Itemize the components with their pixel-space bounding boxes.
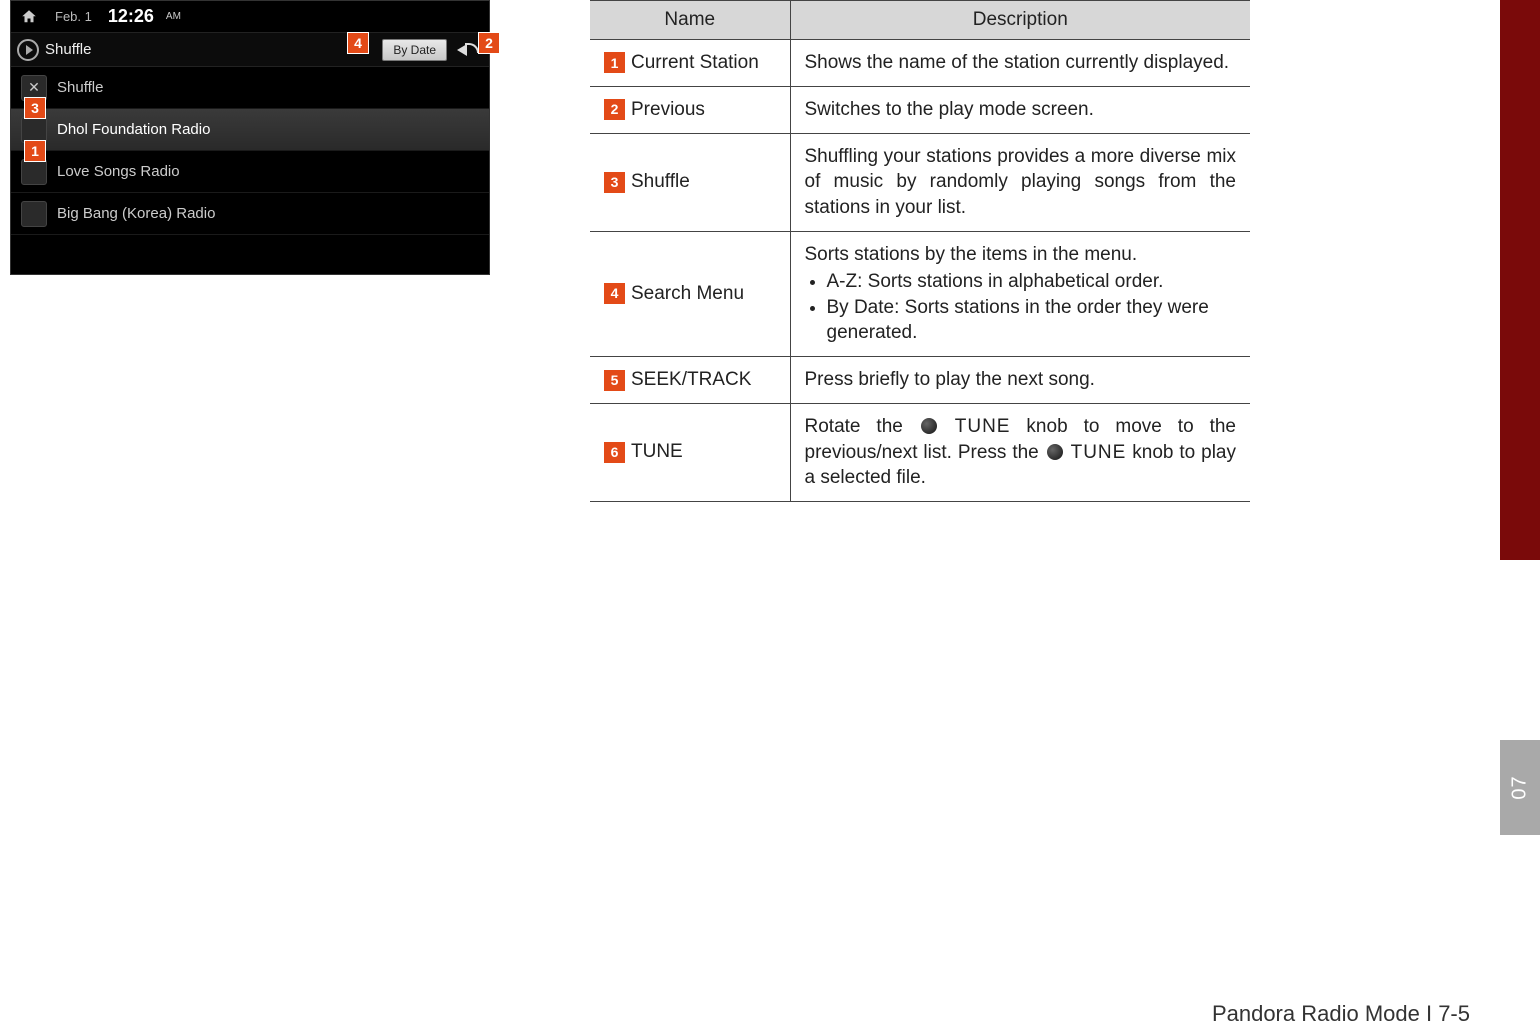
infotainment-screenshot: Feb. 1 12:26 AM Shuffle By Date ✕ Shuffl… [10,0,490,502]
th-name: Name [590,1,790,40]
section-tab-active [1500,0,1540,560]
row-station-1[interactable]: Dhol Foundation Radio [11,109,489,151]
page-footer: Pandora Radio Mode I 7-5 [1212,1001,1470,1027]
title-bar: Shuffle By Date [11,33,489,67]
knob-icon [921,418,937,434]
table-row: 2Previous Switches to the play mode scre… [590,86,1250,133]
callout-4: 4 [347,32,369,54]
badge-4: 4 [604,283,625,304]
sort-button[interactable]: By Date [382,39,447,61]
table-row: 4Search Menu Sorts stations by the items… [590,231,1250,357]
station-icon [21,117,47,143]
badge-2: 2 [604,99,625,120]
status-date: Feb. 1 [55,9,92,24]
station-icon [21,201,47,227]
screen-title: Shuffle [45,41,91,58]
description-table: Name Description 1Current Station Shows … [590,0,1250,502]
home-icon[interactable] [19,8,39,26]
status-ampm: AM [166,11,181,22]
knob-icon [1047,444,1063,460]
badge-1: 1 [604,52,625,73]
badge-5: 5 [604,370,625,391]
status-time: 12:26 [108,6,154,27]
tune-description: Rotate the TUNE knob to move to the prev… [790,403,1250,501]
th-desc: Description [790,1,1250,40]
table-row: 3Shuffle Shuffling your stations provide… [590,133,1250,231]
row-station-3[interactable]: Big Bang (Korea) Radio [11,193,489,235]
row-station-2[interactable]: Love Songs Radio [11,151,489,193]
row-shuffle[interactable]: ✕ Shuffle [11,67,489,109]
table-row: 1Current Station Shows the name of the s… [590,40,1250,87]
callout-3: 3 [24,97,46,119]
status-bar: Feb. 1 12:26 AM [11,1,489,33]
station-icon [21,159,47,185]
callout-1: 1 [24,140,46,162]
play-icon[interactable] [17,39,39,61]
callout-2: 2 [478,32,500,54]
side-tabs: 07 [1500,0,1540,1027]
table-row: 6TUNE Rotate the TUNE knob to move to th… [590,403,1250,501]
table-row: 5SEEK/TRACK Press briefly to play the ne… [590,357,1250,404]
badge-3: 3 [604,172,625,193]
section-tab: 07 [1500,740,1540,835]
badge-6: 6 [604,442,625,463]
